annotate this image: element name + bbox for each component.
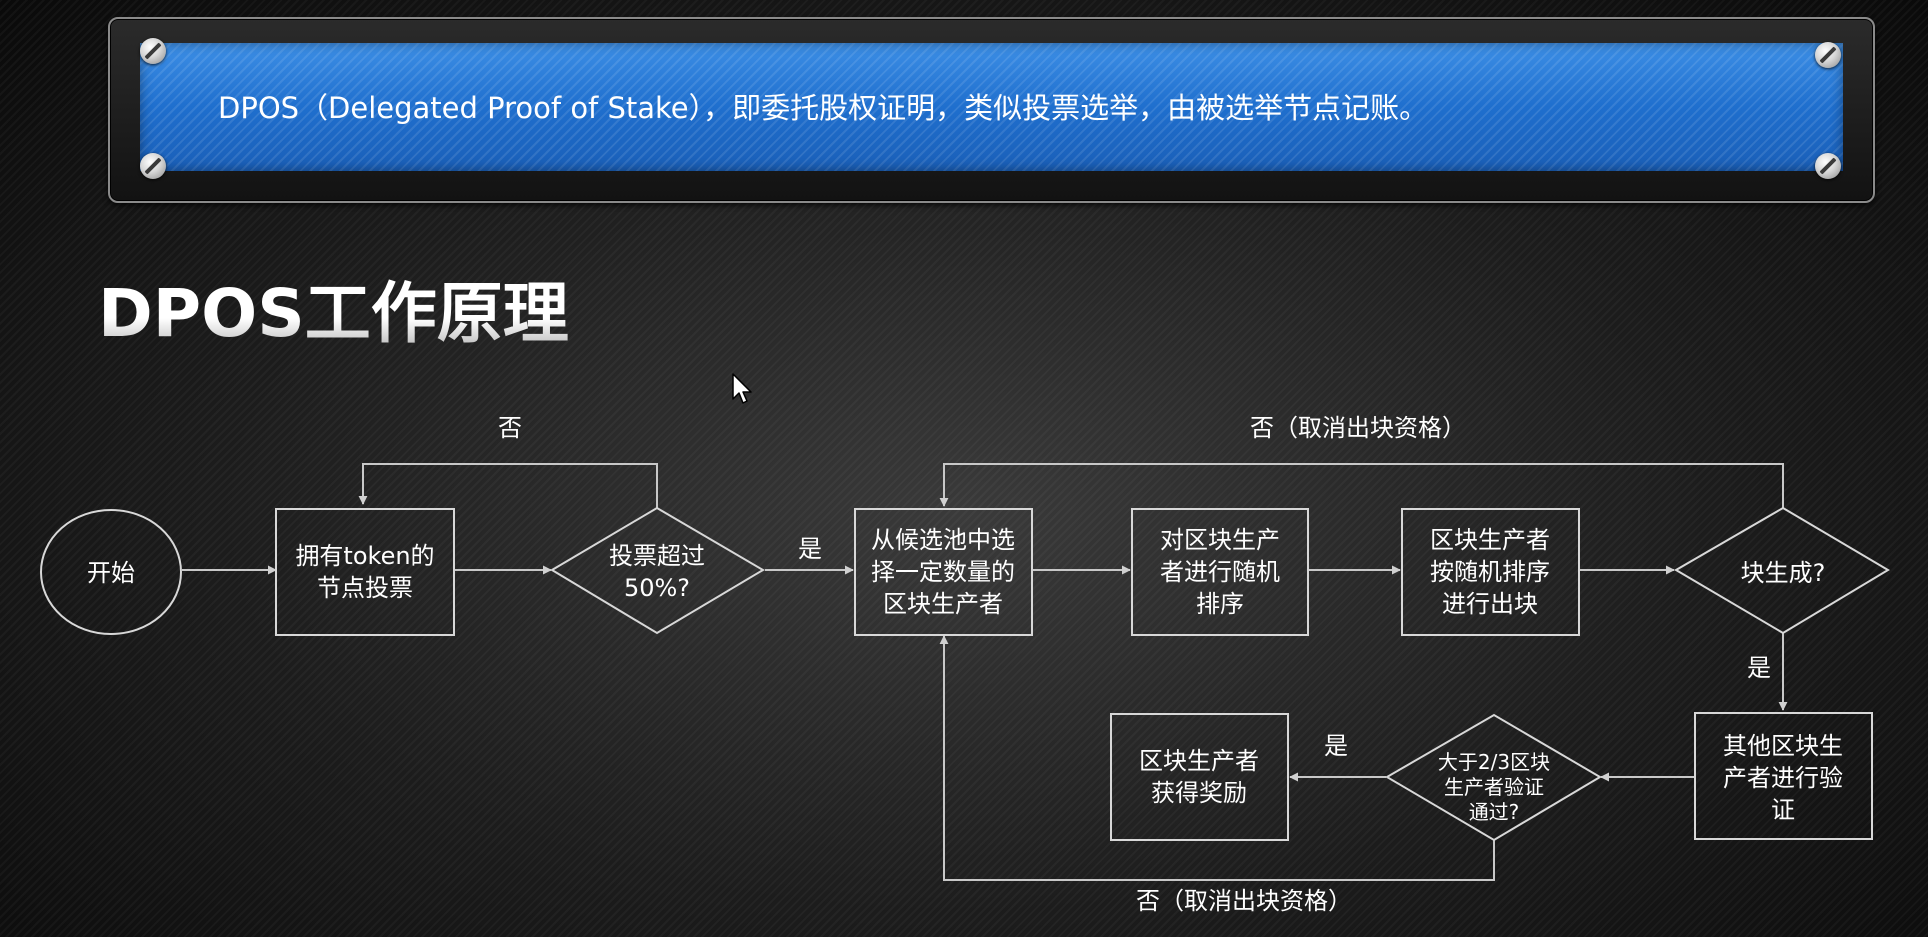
edge-decision-no-loop (358, 463, 658, 508)
random-order-label: 者进行随机 (1160, 558, 1280, 586)
edge-label-no-loop: 否 (498, 414, 522, 442)
node-vote-label: 拥有token的 (295, 542, 434, 570)
verify-label: 产者进行验 (1723, 764, 1843, 792)
random-order-label: 排序 (1196, 590, 1244, 618)
slide: DPOS（Delegated Proof of Stake），即委托股权证明，类… (0, 0, 1928, 937)
decision-23-label: 通过? (1469, 800, 1520, 824)
decision-50-label: 投票超过 (609, 542, 705, 570)
produce-blocks-label: 区块生产者 (1430, 526, 1550, 554)
edge-block-no-cancel (939, 463, 1784, 508)
select-producers-label: 从候选池中选 (871, 526, 1015, 554)
produce-blocks-label: 进行出块 (1442, 590, 1538, 618)
select-producers-label: 择一定数量的 (871, 558, 1015, 586)
node-reward (1110, 713, 1289, 841)
edge-label-no-cancel-bottom: 否（取消出块资格） (1136, 887, 1352, 915)
random-order-label: 对区块生产 (1160, 526, 1280, 554)
produce-blocks-label: 按随机排序 (1430, 558, 1550, 586)
node-vote-label: 节点投票 (317, 574, 413, 602)
reward-label: 区块生产者 (1139, 747, 1259, 775)
edge-label-yes-reward: 是 (1324, 732, 1348, 760)
node-start-label: 开始 (87, 559, 135, 587)
edge-label-yes-select: 是 (798, 535, 822, 563)
decision-50-label: 50%? (624, 574, 690, 602)
edge-label-yes-block: 是 (1747, 654, 1771, 682)
verify-label: 证 (1771, 796, 1795, 824)
select-producers-label: 区块生产者 (883, 590, 1003, 618)
node-decision-50 (550, 506, 765, 635)
decision-block-label: 块生成? (1741, 559, 1826, 587)
flowchart: 开始 拥有token的 节点投票 投票超过 50%? 从候选池中选 择一定数量的… (40, 414, 1890, 915)
node-vote (275, 508, 455, 636)
decision-23-label: 大于2/3区块 (1438, 750, 1550, 774)
verify-label: 其他区块生 (1723, 732, 1843, 760)
decision-23-label: 生产者验证 (1444, 775, 1544, 799)
reward-label: 获得奖励 (1151, 779, 1247, 807)
edge-label-no-cancel-top: 否（取消出块资格） (1250, 414, 1466, 442)
